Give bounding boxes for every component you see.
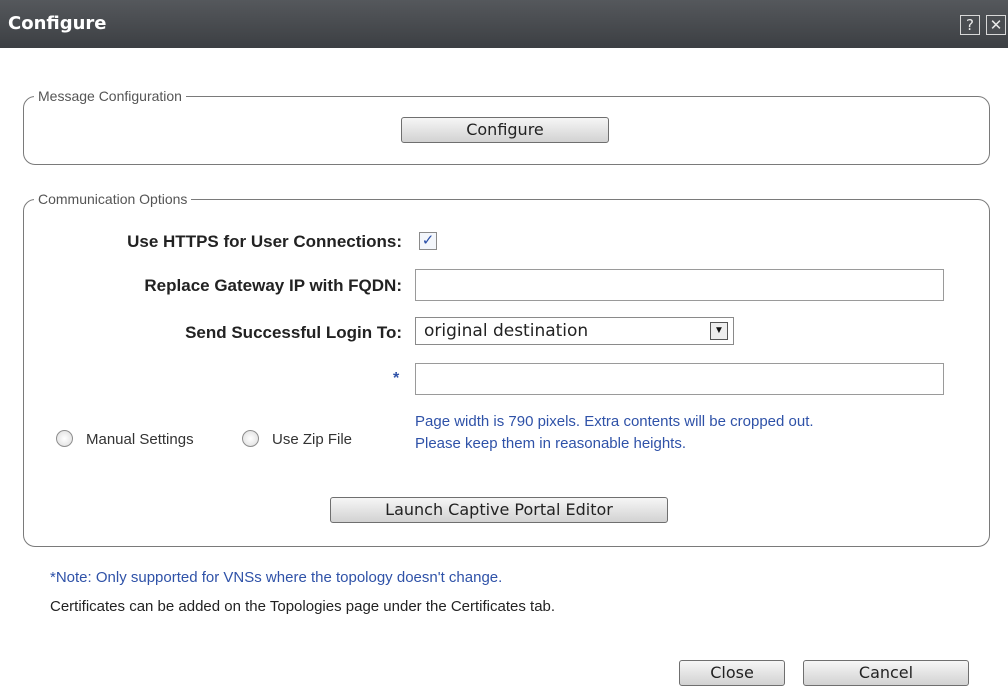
communication-options-group: Communication Options Use HTTPS for User… [23,191,990,547]
launch-captive-portal-editor-button[interactable]: Launch Captive Portal Editor [330,497,668,523]
checkmark-icon: ✓ [421,232,435,249]
https-label: Use HTTPS for User Connections: [127,232,402,251]
use-zip-file-radio[interactable] [242,430,259,447]
login-label: Send Successful Login To: [185,323,402,342]
manual-settings-label: Manual Settings [86,431,194,448]
close-icon[interactable]: ✕ [986,15,1006,35]
configure-button[interactable]: Configure [401,117,609,143]
fqdn-label: Replace Gateway IP with FQDN: [144,276,402,295]
topology-note: *Note: Only supported for VNSs where the… [50,569,503,586]
help-icon[interactable]: ? [960,15,980,35]
window-title: Configure [8,13,107,34]
close-button[interactable]: Close [679,660,785,686]
title-bar: Configure ? ✕ [0,0,1008,48]
login-destination-value: original destination [424,321,589,341]
use-zip-file-label: Use Zip File [272,431,353,448]
page-width-info: Page width is 790 pixels. Extra contents… [415,413,814,430]
message-configuration-legend: Message Configuration [34,88,186,104]
https-checkbox[interactable]: ✓ [419,232,437,250]
cancel-button[interactable]: Cancel [803,660,969,686]
communication-options-legend: Communication Options [34,191,192,207]
fqdn-input[interactable] [415,269,944,301]
login-destination-select[interactable]: original destination ▼ [415,317,734,345]
page-height-info: Please keep them in reasonable heights. [415,435,687,452]
certificates-note: Certificates can be added on the Topolog… [50,598,556,615]
chevron-down-icon[interactable]: ▼ [710,322,728,340]
required-marker: * [393,370,400,387]
manual-settings-radio[interactable] [56,430,73,447]
redirect-url-input[interactable] [415,363,944,395]
message-configuration-group: Message Configuration Configure [23,88,990,165]
